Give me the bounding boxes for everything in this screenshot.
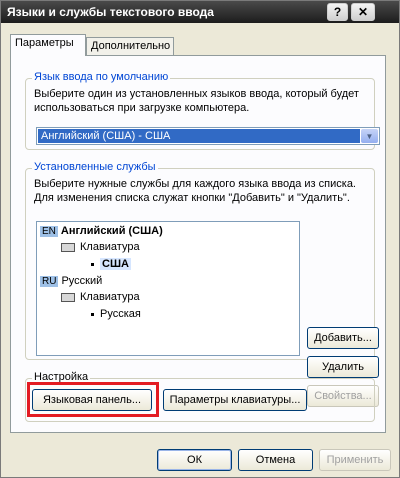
- tab-label: Параметры: [15, 37, 74, 49]
- default-language-group: Язык ввода по умолчанию Выберите один из…: [25, 71, 380, 150]
- dialog-window: Языки и службы текстового ввода ? ✕ Пара…: [0, 0, 400, 478]
- keyboard-icon: [61, 242, 75, 252]
- language-code-badge: RU: [40, 275, 59, 287]
- tree-node-label: Русская: [100, 308, 141, 320]
- cancel-button[interactable]: Отмена: [238, 449, 313, 471]
- remove-button[interactable]: Удалить: [307, 356, 379, 378]
- ok-button[interactable]: ОК: [157, 449, 232, 471]
- add-button[interactable]: Добавить...: [307, 327, 379, 349]
- tab-panel: Язык ввода по умолчанию Выберите один из…: [10, 55, 386, 433]
- tree-node-ru-layout[interactable]: Русская: [91, 308, 141, 320]
- close-icon: ✕: [357, 5, 369, 19]
- tree-node-ru[interactable]: RU Русский: [40, 275, 102, 287]
- apply-button[interactable]: Применить: [319, 449, 391, 471]
- tree-node-label: Русский: [61, 275, 103, 287]
- description-line: использоваться при загрузке компьютера.: [34, 102, 250, 114]
- question-mark-icon: ?: [333, 5, 342, 19]
- bullet-icon: [91, 262, 94, 266]
- services-tree[interactable]: EN Английский (США) Клавиатура США RU Ру…: [36, 221, 300, 356]
- selected-language-value: Английский (США) - США: [38, 129, 360, 143]
- window-title: Языки и службы текстового ввода: [7, 5, 214, 19]
- installed-services-legend: Установленные службы: [32, 161, 158, 173]
- tab-parameters[interactable]: Параметры: [10, 34, 86, 56]
- button-label: Отмена: [255, 454, 296, 466]
- bullet-icon: [91, 312, 94, 316]
- button-label: ОК: [187, 454, 202, 466]
- tab-label: Дополнительно: [91, 40, 171, 52]
- keyboard-settings-button[interactable]: Параметры клавиатуры...: [163, 389, 307, 411]
- description-line: Для изменения списка служат кнопки "Доба…: [34, 192, 350, 204]
- installed-services-description: Выберите нужные службы для каждого языка…: [34, 177, 356, 205]
- default-language-select[interactable]: Английский (США) - США ▼: [36, 127, 380, 145]
- button-label: Применить: [326, 454, 384, 466]
- title-bar[interactable]: Языки и службы текстового ввода ? ✕: [1, 1, 399, 23]
- tree-node-label: Английский (США): [60, 225, 163, 237]
- default-language-legend: Язык ввода по умолчанию: [32, 71, 171, 83]
- tree-node-ru-keyboard[interactable]: Клавиатура: [61, 291, 140, 303]
- description-line: Выберите один из установленных языков вв…: [34, 88, 359, 100]
- button-label: Добавить...: [314, 332, 372, 344]
- help-button[interactable]: ?: [327, 3, 348, 21]
- keyboard-icon: [61, 292, 75, 302]
- tree-node-label: США: [100, 258, 131, 270]
- tree-node-en[interactable]: EN Английский (США): [40, 225, 163, 237]
- button-label: Параметры клавиатуры...: [169, 394, 301, 406]
- highlight-frame: [27, 382, 159, 417]
- description-line: Выберите нужные службы для каждого языка…: [34, 178, 356, 190]
- button-label: Удалить: [322, 361, 364, 373]
- default-language-description: Выберите один из установленных языков вв…: [34, 87, 359, 115]
- installed-services-group: Установленные службы Выберите нужные слу…: [25, 161, 379, 407]
- language-code-badge: EN: [40, 225, 58, 237]
- close-button[interactable]: ✕: [351, 3, 375, 21]
- tree-node-en-layout[interactable]: США: [91, 258, 131, 270]
- tree-node-label: Клавиатура: [80, 241, 140, 253]
- chevron-down-icon[interactable]: ▼: [361, 129, 378, 143]
- tree-node-en-keyboard[interactable]: Клавиатура: [61, 241, 140, 253]
- tree-node-label: Клавиатура: [80, 291, 140, 303]
- tab-advanced[interactable]: Дополнительно: [86, 37, 174, 55]
